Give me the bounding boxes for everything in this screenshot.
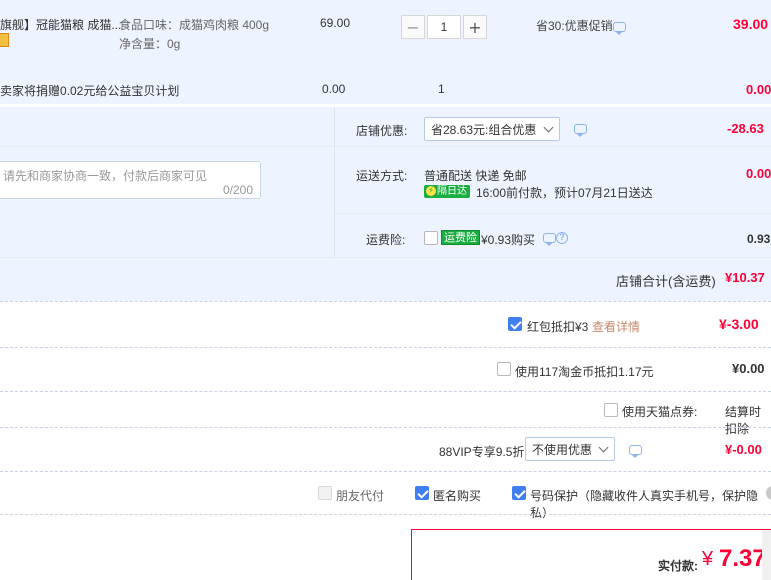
vip-select-value: 不使用优惠 [532,442,593,457]
shipping-time: 16:00前付款，预计07月21日送达 [476,186,653,200]
payment-label: 实付款: [658,559,698,573]
number-protect-label: 号码保护（隐藏收件人真实手机号，保护隐私） [530,489,759,520]
taobao-coin-value: ¥0.00 [732,361,765,376]
next-day-badge: ⚡ 隔日达 [424,185,470,198]
product-subtotal: 39.00 [733,16,769,32]
redpacket-value: ¥-3.00 [719,316,759,332]
message-placeholder: 请先和商家协商一致，付款后商家可见 [3,169,208,183]
product-title[interactable]: 旗舰】冠能猫粮 成猫... [0,16,121,33]
chevron-down-icon [598,442,609,453]
panel-divider [0,257,771,258]
shipping-method: 普通配送 快递 免邮 [424,169,527,183]
tmall-points-checkbox[interactable] [604,403,618,417]
shop-discount-select-value: 省28.63元:组合优惠 [431,122,537,137]
payment-box [411,529,771,580]
shop-total-value: ¥10.37 [725,270,765,285]
insurance-value: 0.93 [747,232,771,246]
redpacket-checkbox[interactable] [508,317,522,331]
redpacket-label: 红包抵扣¥3 [527,320,589,334]
panel-bottom-border [0,301,771,302]
quantity-stepper[interactable]: − 1 + [401,15,487,39]
payment-amount: 7.37 [719,545,766,572]
anonymous-label: 匿名购买 [433,489,482,503]
quantity-input[interactable]: 1 [427,15,461,39]
decrease-button[interactable]: − [401,15,425,39]
anonymous-checkbox[interactable] [415,486,429,500]
scrollbar[interactable] [762,530,771,580]
panel-divider-vertical [334,107,335,257]
lightning-icon: ⚡ [426,186,436,196]
chat-icon[interactable] [543,233,556,246]
row-divider [0,514,771,515]
friend-pay-checkbox[interactable] [318,486,332,500]
product-prop-weight: 净含量：0g [119,37,181,51]
insurance-badge: 运费险 [441,230,480,245]
tmall-points-label: 使用天猫点券: [622,405,698,419]
vip-label: 88VIP专享9.5折 [439,445,525,459]
product-row [0,0,771,74]
row-divider [0,427,771,428]
panel-divider [334,146,771,147]
row-divider [0,347,771,348]
chat-icon[interactable] [613,22,626,35]
insurance-label: 运费险: [366,233,406,247]
charity-price: 0.00 [322,82,346,96]
chevron-down-icon [543,122,554,133]
friend-pay-label: 朋友代付 [336,489,385,503]
taobao-coin-label: 使用117淘金币抵扣1.17元 [515,365,654,379]
charity-subtotal: 0.00 [746,82,771,97]
number-protect-checkbox[interactable] [512,486,526,500]
charity-text: 卖家将捐赠0.02元给公益宝贝计划 [0,84,180,98]
insurance-checkbox[interactable] [424,231,438,245]
shop-discount-value: -28.63 [727,121,764,136]
charity-quantity: 1 [438,82,445,96]
shop-discount-select[interactable]: 省28.63元:组合优惠 [424,117,560,141]
chat-icon[interactable] [574,124,587,137]
vip-select[interactable]: 不使用优惠 [525,437,615,461]
vip-value: ¥-0.00 [725,442,762,457]
payment-currency: ¥ [702,548,714,570]
help-icon[interactable]: ? [556,232,568,244]
product-prop-flavor: 食品口味：成猫鸡肉粮 400g [119,18,270,32]
chat-icon[interactable] [629,445,642,458]
panel-divider [334,213,771,214]
increase-button[interactable]: + [463,15,487,39]
taobao-coin-checkbox[interactable] [497,362,511,376]
message-counter: 0/200 [222,183,253,197]
shipping-label: 运送方式: [356,169,408,183]
row-divider [0,391,771,392]
promo-text: 省30:优惠促销 [536,19,613,33]
next-day-badge-text: 隔日达 [437,186,467,197]
redpacket-detail-link[interactable]: 查看详情 [592,318,640,335]
product-price: 69.00 [320,16,351,30]
product-icon [0,33,9,47]
shipping-value: 0.00 [746,166,771,181]
shop-discount-label: 店铺优惠: [356,124,408,138]
panel-divider [0,146,334,147]
insurance-price: ¥0.93购买 [481,233,536,247]
tmall-points-value: 结算时扣除 [725,405,762,436]
row-divider [0,471,771,472]
message-input[interactable]: 请先和商家协商一致，付款后商家可见 0/200 [0,161,261,199]
shop-total-label: 店铺合计(含运费) [616,274,716,289]
